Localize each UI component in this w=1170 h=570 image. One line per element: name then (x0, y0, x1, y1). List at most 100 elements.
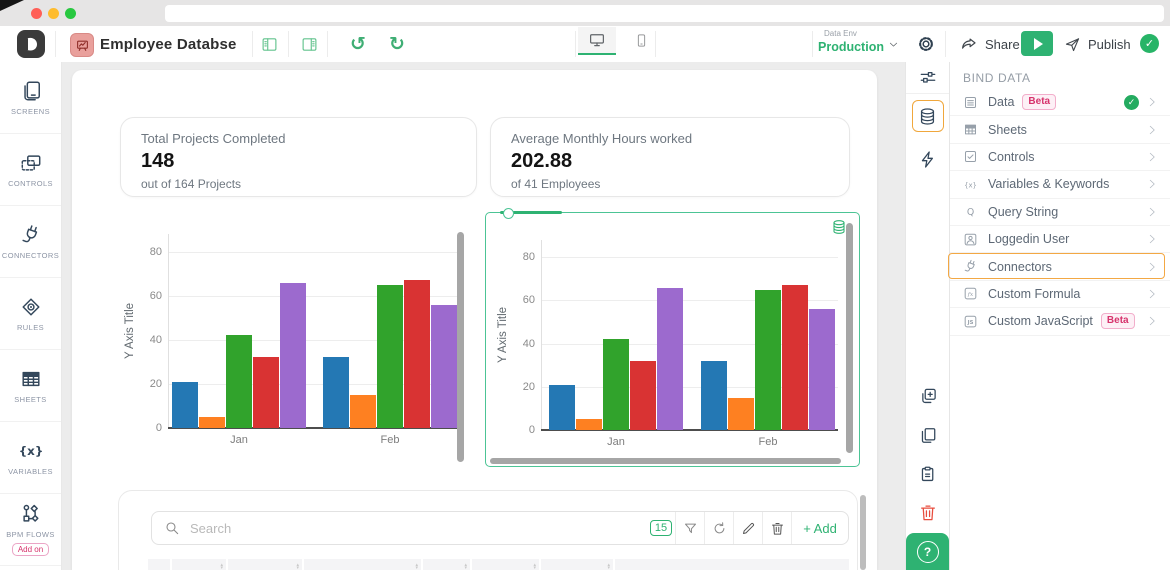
y-axis-line (168, 234, 169, 428)
bind-item-custom-javascript[interactable]: JSCustom JavaScriptBeta (950, 308, 1170, 335)
app-title[interactable]: Employee Databse (100, 26, 237, 62)
x-tick-label: Feb (323, 434, 457, 446)
chart-vertical-scrollbar[interactable] (457, 232, 464, 462)
close-window-button[interactable] (31, 8, 42, 19)
layout-right-panel-icon[interactable] (301, 26, 319, 62)
add-row-button[interactable]: + Add (792, 512, 848, 544)
strip-tool-database-active[interactable] (912, 100, 944, 132)
filter-button[interactable] (676, 512, 704, 544)
sidebar-item-screens[interactable]: SCREENS (0, 62, 61, 134)
divider (945, 31, 946, 57)
selection-handle[interactable] (503, 208, 514, 219)
svg-text:fx: fx (967, 291, 974, 298)
table-header-cell[interactable]: ▴ ▾ (423, 559, 470, 570)
refresh-button[interactable] (705, 512, 733, 544)
publish-button[interactable]: Publish (1064, 26, 1131, 62)
bar-chart-widget[interactable]: Y Axis Title020406080JanFeb (120, 215, 465, 460)
undo-button[interactable]: ↺ (350, 26, 366, 62)
y-tick-label: 40 (505, 338, 535, 350)
share-label: Share (985, 37, 1020, 52)
bind-item-custom-formula[interactable]: fxCustom Formula (950, 281, 1170, 308)
redo-button[interactable]: ↻ (389, 26, 405, 62)
browser-address-bar[interactable] (165, 5, 1164, 22)
trash-icon[interactable] (918, 503, 937, 522)
sheets-mini-icon (963, 122, 978, 137)
desktop-preview-toggle[interactable] (578, 27, 616, 55)
stat-title: Average Monthly Hours worked (511, 131, 829, 146)
preview-play-button[interactable] (1021, 31, 1053, 56)
bind-item-controls[interactable]: Controls (950, 144, 1170, 171)
publish-label: Publish (1088, 37, 1131, 52)
data-env-dropdown[interactable] (888, 26, 899, 62)
search-input[interactable] (188, 520, 647, 537)
app-logo[interactable] (17, 30, 45, 58)
bar-chart-widget-selected[interactable]: Y Axis Title020406080JanFeb (485, 212, 860, 467)
table-widget[interactable]: 15 + Add ▴ ▾▴ ▾▴ ▾▴ ▾▴ ▾▴ ▾ (118, 490, 858, 570)
sidebar-item-bpm-flows[interactable]: BPM FLOWSAdd on (0, 494, 61, 566)
sidebar-item-label: BPM FLOWS (6, 530, 55, 539)
help-button[interactable]: ? (906, 533, 949, 570)
paste-icon[interactable] (918, 465, 937, 484)
sidebar-item-controls[interactable]: CONTROLS (0, 134, 61, 206)
table-header-row: ▴ ▾▴ ▾▴ ▾▴ ▾▴ ▾▴ ▾ (148, 559, 849, 570)
controls-icon (20, 152, 42, 174)
bind-item-connectors[interactable]: Connectors (950, 253, 1170, 280)
data-env-selector[interactable]: Data Env Production (818, 29, 894, 54)
funnel-icon (683, 521, 698, 536)
chart-horizontal-scrollbar[interactable] (490, 458, 841, 464)
stat-subtitle: of 41 Employees (511, 177, 829, 191)
saved-status-check: ✓ (1140, 34, 1159, 53)
divider (288, 31, 289, 57)
controls-mini-icon (963, 149, 978, 164)
sort-arrows-icon: ▴ ▾ (533, 564, 536, 570)
page-size-badge: 15 (650, 520, 672, 536)
bar (226, 335, 252, 428)
x-tick-label: Feb (701, 436, 835, 448)
sidebar-item-rules[interactable]: RULES (0, 278, 61, 350)
sliders-icon[interactable] (918, 68, 937, 87)
divider (812, 31, 813, 57)
maximize-window-button[interactable] (65, 8, 76, 19)
bpmflows-icon (20, 503, 42, 525)
undo-icon: ↺ (350, 35, 366, 54)
sidebar-item-connectors[interactable]: CONNECTORS (0, 206, 61, 278)
layout-left-panel-icon[interactable] (261, 26, 279, 62)
page-size-control[interactable]: 15 (647, 512, 675, 544)
table-header-cell[interactable]: ▴ ▾ (304, 559, 421, 570)
table-header-cell[interactable]: ▴ ▾ (172, 559, 226, 570)
artboard-scrollbar[interactable] (860, 495, 866, 570)
chevron-right-icon (1146, 124, 1158, 136)
copy-icon[interactable] (918, 426, 937, 445)
table-header-cell[interactable]: ▴ ▾ (228, 559, 302, 570)
share-button[interactable]: Share (960, 26, 1020, 62)
duplicate-icon[interactable] (918, 387, 937, 406)
bar-group (323, 234, 457, 428)
table-header-cell[interactable]: ▴ ▾ (541, 559, 613, 570)
settings-button[interactable] (916, 26, 936, 62)
share-icon (960, 35, 978, 53)
table-header-cell[interactable]: ▴ ▾ (472, 559, 539, 570)
refresh-icon (712, 521, 727, 536)
table-header-cell[interactable] (615, 559, 849, 570)
app-thumbnail-icon[interactable] (70, 33, 94, 57)
bind-item-loggedin-user[interactable]: Loggedin User (950, 226, 1170, 253)
check-icon: ✓ (1124, 95, 1139, 110)
minimize-window-button[interactable] (48, 8, 59, 19)
stat-subtitle: out of 164 Projects (141, 177, 456, 191)
sidebar-item-variables[interactable]: {x}VARIABLES (0, 422, 61, 494)
divider (252, 31, 253, 57)
bind-item-variables-keywords[interactable]: {x}Variables & Keywords (950, 171, 1170, 198)
bind-item-data[interactable]: DataBeta✓ (950, 89, 1170, 116)
stat-card-projects[interactable]: Total Projects Completed 148 out of 164 … (120, 117, 477, 197)
bar-group (172, 234, 306, 428)
stat-card-hours[interactable]: Average Monthly Hours worked 202.88 of 4… (490, 117, 850, 197)
lightning-icon[interactable] (918, 150, 937, 169)
bind-item-sheets[interactable]: Sheets (950, 116, 1170, 143)
table-header-cell[interactable] (148, 559, 170, 570)
chart-vertical-scrollbar[interactable] (846, 223, 853, 453)
sidebar-item-sheets[interactable]: SHEETS (0, 350, 61, 422)
chevron-right-icon (1146, 96, 1158, 108)
bind-item-query-string[interactable]: QQuery String (950, 199, 1170, 226)
edit-row-button[interactable] (734, 512, 762, 544)
delete-row-button[interactable] (763, 512, 791, 544)
